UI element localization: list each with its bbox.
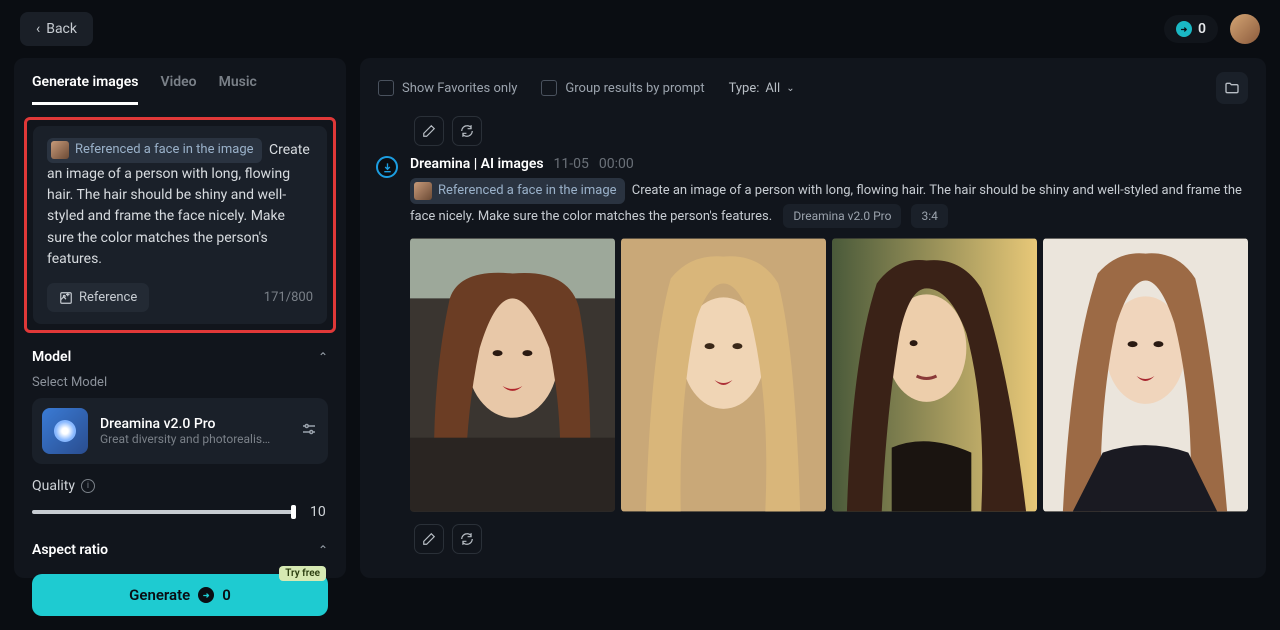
model-section-header[interactable]: Model ⌃ bbox=[14, 333, 346, 371]
generate-label: Generate bbox=[129, 586, 190, 604]
chevron-up-icon: ⌃ bbox=[318, 350, 328, 364]
credit-icon bbox=[198, 587, 214, 603]
reference-thumbnail bbox=[51, 141, 69, 159]
model-desc: Great diversity and photorealism. Of... bbox=[100, 432, 280, 446]
generate-cost: 0 bbox=[222, 586, 231, 604]
type-filter-label: Type: bbox=[729, 81, 760, 96]
char-count: 171/800 bbox=[264, 290, 313, 305]
model-section-title: Model bbox=[32, 349, 71, 365]
reference-button-label: Reference bbox=[79, 290, 137, 305]
download-badge[interactable] bbox=[376, 156, 398, 178]
folder-button[interactable] bbox=[1216, 72, 1248, 104]
type-filter-value: All bbox=[765, 81, 780, 96]
sliders-icon[interactable] bbox=[300, 420, 318, 442]
avatar[interactable] bbox=[1230, 14, 1260, 44]
result-ratio-chip: 3:4 bbox=[911, 204, 947, 228]
aspect-ratio-header[interactable]: Aspect ratio ⌃ bbox=[14, 526, 346, 564]
reference-chip[interactable]: Referenced a face in the image bbox=[410, 178, 625, 204]
quality-slider-thumb[interactable] bbox=[291, 505, 296, 519]
folder-icon bbox=[1224, 80, 1240, 96]
refresh-icon bbox=[460, 124, 474, 138]
back-label: Back bbox=[46, 21, 77, 37]
credit-icon bbox=[1176, 21, 1192, 37]
sidebar: Generate images Video Music Referenced a… bbox=[14, 58, 346, 578]
reference-chip-label: Referenced a face in the image bbox=[438, 181, 617, 201]
back-button[interactable]: ‹ Back bbox=[20, 12, 93, 46]
download-icon bbox=[382, 162, 393, 173]
group-label: Group results by prompt bbox=[565, 81, 704, 96]
reference-chip[interactable]: Referenced a face in the image bbox=[47, 138, 262, 163]
try-free-badge: Try free bbox=[279, 566, 326, 581]
info-icon[interactable]: i bbox=[81, 479, 95, 493]
generated-image[interactable] bbox=[832, 238, 1037, 512]
reference-thumbnail bbox=[414, 182, 432, 200]
credits-pill[interactable]: 0 bbox=[1164, 15, 1218, 43]
quality-slider[interactable] bbox=[32, 510, 296, 514]
regenerate-button[interactable] bbox=[452, 116, 482, 146]
quality-value: 10 bbox=[310, 504, 328, 520]
generated-image[interactable] bbox=[410, 238, 615, 512]
favorites-filter[interactable]: Show Favorites only bbox=[378, 80, 517, 96]
checkbox-icon bbox=[541, 80, 557, 96]
model-card[interactable]: Dreamina v2.0 Pro Great diversity and ph… bbox=[32, 398, 328, 464]
group-filter[interactable]: Group results by prompt bbox=[541, 80, 704, 96]
result-title: Dreamina | AI images bbox=[410, 156, 544, 172]
checkbox-icon bbox=[378, 80, 394, 96]
refresh-icon bbox=[460, 532, 474, 546]
reference-icon bbox=[59, 291, 73, 305]
result-date: 11-05 bbox=[554, 156, 589, 172]
prompt-box[interactable]: Referenced a face in the image Create an… bbox=[33, 126, 327, 324]
regenerate-button[interactable] bbox=[452, 524, 482, 554]
results-panel: Show Favorites only Group results by pro… bbox=[360, 58, 1266, 578]
tab-music[interactable]: Music bbox=[219, 74, 257, 105]
generated-image[interactable] bbox=[1043, 238, 1248, 512]
tab-video[interactable]: Video bbox=[160, 74, 196, 105]
credit-amount: 0 bbox=[1198, 21, 1206, 37]
edit-button[interactable] bbox=[414, 116, 444, 146]
pencil-icon bbox=[422, 124, 436, 138]
reference-chip-label: Referenced a face in the image bbox=[75, 141, 254, 160]
select-model-label: Select Model bbox=[14, 371, 346, 398]
result-time: 00:00 bbox=[599, 156, 634, 172]
type-filter[interactable]: Type: All ⌄ bbox=[729, 81, 795, 96]
model-name: Dreamina v2.0 Pro bbox=[100, 416, 288, 432]
model-thumbnail bbox=[42, 408, 88, 454]
chevron-down-icon: ⌄ bbox=[786, 83, 794, 94]
quality-label: Quality bbox=[32, 478, 75, 494]
aspect-ratio-title: Aspect ratio bbox=[32, 542, 108, 558]
edit-button[interactable] bbox=[414, 524, 444, 554]
tab-generate-images[interactable]: Generate images bbox=[32, 74, 138, 105]
chevron-left-icon: ‹ bbox=[36, 21, 40, 37]
pencil-icon bbox=[422, 532, 436, 546]
generated-image[interactable] bbox=[621, 238, 826, 512]
favorites-label: Show Favorites only bbox=[402, 81, 517, 96]
prompt-box-highlight: Referenced a face in the image Create an… bbox=[24, 117, 336, 333]
chevron-up-icon: ⌃ bbox=[318, 543, 328, 557]
result-model-chip: Dreamina v2.0 Pro bbox=[783, 204, 901, 228]
reference-button[interactable]: Reference bbox=[47, 283, 149, 312]
